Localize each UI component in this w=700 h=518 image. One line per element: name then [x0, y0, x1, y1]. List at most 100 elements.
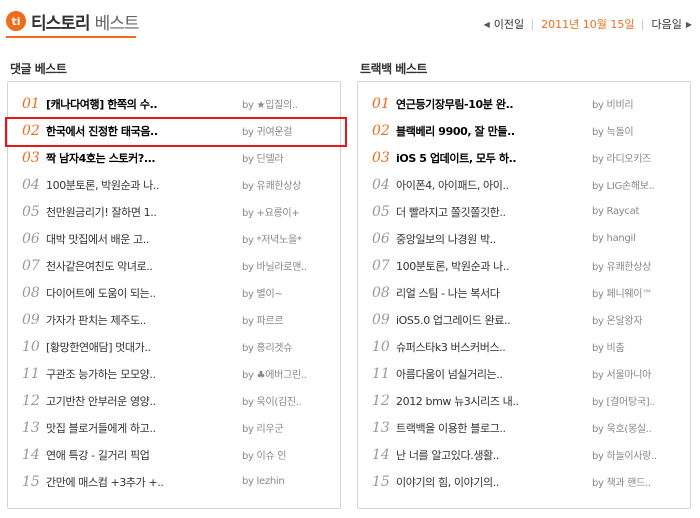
list-item[interactable]: 04 아이폰4, 아이패드, 아이.. by LIG손해보..: [358, 171, 690, 198]
post-title-link[interactable]: 이야기의 힘, 이야기의..: [396, 474, 592, 490]
list-item[interactable]: 02 블랙베리 9900, 잘 만들.. by 늑돌이: [358, 117, 690, 144]
tistory-logo[interactable]: ti 티스토리 베스트: [6, 8, 139, 34]
date-navigation: ◀ 이전일 2011년 10월 15일 다음일 ▶: [484, 14, 692, 34]
post-author: by 온달왕자: [592, 316, 643, 327]
post-title-link[interactable]: 아름다움이 넘실거리는..: [396, 366, 592, 382]
list-item[interactable]: 13 맛집 블로거들에게 하고.. by 리우군: [8, 414, 340, 441]
post-title-link[interactable]: 아이폰4, 아이패드, 아이..: [396, 177, 592, 193]
post-title-link[interactable]: 가자가 판치는 제주도..: [46, 312, 242, 328]
post-title-link[interactable]: 짝 남자4호는 스토커?...: [46, 150, 242, 166]
post-author: by 책과 핸드..: [592, 478, 651, 489]
list-item[interactable]: 01 연근등기장무림-10분 완.. by 비비리: [358, 90, 690, 117]
post-author: by 이슈 인: [242, 451, 287, 462]
list-item[interactable]: 05 천만원금리기! 잘하면 1.. by +요롱이+: [8, 198, 340, 225]
list-item[interactable]: 10 슈퍼스타k3 버스커버스.. by 비춤: [358, 333, 690, 360]
post-title-link[interactable]: 대박 맛집에서 배운 고..: [46, 231, 242, 247]
divider: [642, 18, 644, 30]
rank-number: 07: [22, 257, 40, 274]
post-title-link[interactable]: 슈퍼스타k3 버스커버스..: [396, 339, 592, 355]
prev-day-label: 이전일: [493, 18, 525, 31]
list-item[interactable]: 07 천사같은여친도 악녀로.. by 바닐라로맨..: [8, 252, 340, 279]
post-title-link[interactable]: 트랙백을 이용한 블로그..: [396, 420, 592, 436]
post-title-link[interactable]: 간만에 매스컴 +3추가 +..: [46, 474, 242, 490]
post-title-link[interactable]: 중앙일보의 나경원 박..: [396, 231, 592, 247]
post-title-link[interactable]: 100분토론, 박원순과 나..: [46, 177, 242, 193]
list-item[interactable]: 06 중앙일보의 나경원 박.. by hangil: [358, 225, 690, 252]
post-title-link[interactable]: iOS5.0 업그레이드 완료..: [396, 312, 592, 328]
post-author: by ★입질의..: [242, 100, 298, 111]
list-item[interactable]: 03 iOS 5 업데이트, 모두 하.. by 라디오키즈: [358, 144, 690, 171]
rank-number: 15: [372, 473, 390, 490]
post-title-link[interactable]: 구관조 능가하는 모모양..: [46, 366, 242, 382]
rank-number: 10: [372, 338, 390, 355]
post-title-link[interactable]: 연애 특강 - 길거리 픽업: [46, 447, 242, 463]
list-item[interactable]: 12 고기반찬 안부러운 영양.. by 욱이(김진..: [8, 387, 340, 414]
rank-number: 07: [372, 257, 390, 274]
post-author: by 비춤: [592, 343, 625, 354]
post-author: by lezhin: [242, 476, 285, 487]
post-title-link[interactable]: 블랙베리 9900, 잘 만들..: [396, 123, 592, 139]
post-title-link[interactable]: 리얼 스팀 - 나는 복서다: [396, 285, 592, 301]
list-item[interactable]: 10 [황망한연애담] 멋대가.. by 홍리겟슈: [8, 333, 340, 360]
post-title-link[interactable]: 난 너를 알고있다.생활..: [396, 447, 592, 463]
prev-day-button[interactable]: ◀ 이전일: [484, 16, 525, 32]
post-author: by 유쾌한상상: [592, 262, 652, 273]
next-day-button[interactable]: 다음일 ▶: [651, 16, 692, 32]
rank-number: 13: [372, 419, 390, 436]
post-title-link[interactable]: 천만원금리기! 잘하면 1..: [46, 204, 242, 220]
list-item[interactable]: 15 간만에 매스컴 +3추가 +.. by lezhin: [8, 468, 340, 495]
rank-number: 11: [372, 365, 390, 382]
post-author: by hangil: [592, 233, 636, 244]
post-title-link[interactable]: 천사같은여친도 악녀로..: [46, 258, 242, 274]
trackback-best-title: 트랙백 베스트: [360, 62, 427, 76]
list-item[interactable]: 11 구관조 능가하는 모모양.. by ♣에버그린..: [8, 360, 340, 387]
post-author: by 욱이(김진..: [242, 397, 302, 408]
list-item[interactable]: 13 트랙백을 이용한 블로그.. by 욱호(몽실..: [358, 414, 690, 441]
post-author: by 늑돌이: [592, 127, 634, 138]
list-item[interactable]: 08 리얼 스팀 - 나는 복서다 by 페니웨이™: [358, 279, 690, 306]
list-item[interactable]: 15 이야기의 힘, 이야기의.. by 책과 핸드..: [358, 468, 690, 495]
post-author: by 하늘이사랑..: [592, 451, 657, 462]
trackback-best-panel: 01 연근등기장무림-10분 완.. by 비비리 02 블랙베리 9900, 잘 만들…: [357, 81, 691, 509]
post-author: by 파르르: [242, 316, 284, 327]
post-title-link[interactable]: [황망한연애담] 멋대가..: [46, 339, 242, 355]
logo-underline: [6, 36, 136, 38]
post-title-link[interactable]: 더 빨라지고 쫄깃쫄깃한..: [396, 204, 592, 220]
post-title-link[interactable]: 고기반찬 안부러운 영양..: [46, 393, 242, 409]
list-item[interactable]: 02 한국에서 진정한 태국음.. by 귀여운걸: [5, 117, 347, 147]
comment-best-list: 01 [캐나다여행] 한쪽의 수.. by ★입질의.. 02 한국에서 진정한 태국음…: [5, 82, 347, 495]
rank-number: 09: [22, 311, 40, 328]
list-item[interactable]: 08 다이어트에 도움이 되는.. by 별이~: [8, 279, 340, 306]
page-header: ti 티스토리 베스트 ◀ 이전일 2011년 10월 15일 다음일 ▶: [0, 0, 700, 40]
logo-name: 티스토리: [31, 13, 91, 34]
rank-number: 08: [22, 284, 40, 301]
list-item[interactable]: 06 대박 맛집에서 배운 고.. by *저녁노을*: [8, 225, 340, 252]
list-item[interactable]: 03 짝 남자4호는 스토커?... by 딘델라: [8, 144, 340, 171]
post-title-link[interactable]: iOS 5 업데이트, 모두 하..: [396, 150, 592, 166]
list-item[interactable]: 07 100분토론, 박원순과 나.. by 유쾌한상상: [358, 252, 690, 279]
list-item[interactable]: 09 가자가 판치는 제주도.. by 파르르: [8, 306, 340, 333]
list-item[interactable]: 14 난 너를 알고있다.생활.. by 하늘이사랑..: [358, 441, 690, 468]
list-item[interactable]: 09 iOS5.0 업그레이드 완료.. by 온달왕자: [358, 306, 690, 333]
rank-number: 10: [22, 338, 40, 355]
list-item[interactable]: 04 100분토론, 박원순과 나.. by 유쾌한상상: [8, 171, 340, 198]
post-title-link[interactable]: 100분토론, 박원순과 나..: [396, 258, 592, 274]
list-item[interactable]: 12 2012 bmw 뉴3시리즈 내.. by [걸어탕국]..: [358, 387, 690, 414]
triangle-left-icon: ◀: [483, 19, 490, 29]
list-item[interactable]: 11 아름다움이 넘실거리는.. by 서울마니아: [358, 360, 690, 387]
rank-number: 06: [372, 230, 390, 247]
post-title-link[interactable]: 맛집 블로거들에게 하고..: [46, 420, 242, 436]
post-title-link[interactable]: 2012 bmw 뉴3시리즈 내..: [396, 393, 592, 409]
post-title-link[interactable]: 다이어트에 도움이 되는..: [46, 285, 242, 301]
rank-number: 15: [22, 473, 40, 490]
rank-number: 02: [22, 122, 40, 139]
post-title-link[interactable]: 한국에서 진정한 태국음..: [46, 123, 242, 139]
list-item[interactable]: 05 더 빨라지고 쫄깃쫄깃한.. by Raycat: [358, 198, 690, 225]
post-title-link[interactable]: [캐나다여행] 한쪽의 수..: [46, 96, 242, 112]
post-author: by LIG손해보..: [592, 181, 655, 192]
rank-number: 12: [22, 392, 40, 409]
list-item[interactable]: 14 연애 특강 - 길거리 픽업 by 이슈 인: [8, 441, 340, 468]
post-title-link[interactable]: 연근등기장무림-10분 완..: [396, 96, 592, 112]
post-author: by 라디오키즈: [592, 154, 652, 165]
list-item[interactable]: 01 [캐나다여행] 한쪽의 수.. by ★입질의..: [8, 90, 340, 117]
